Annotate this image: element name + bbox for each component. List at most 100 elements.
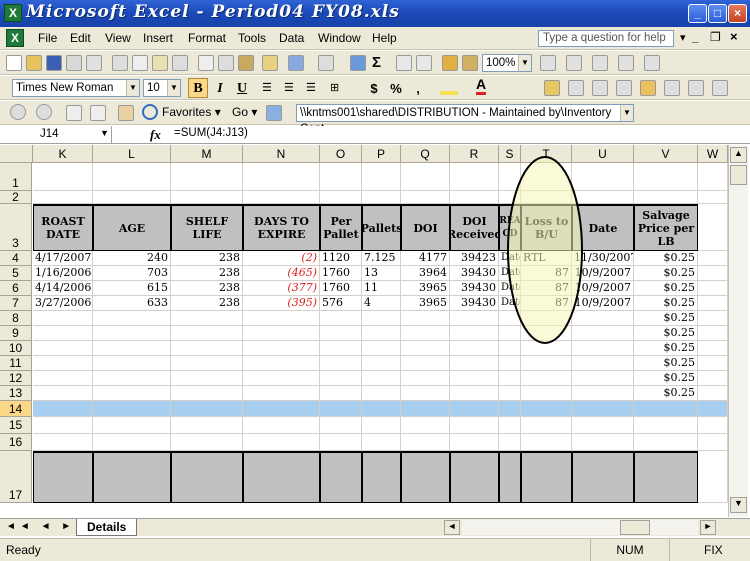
cell-M13[interactable] (171, 386, 243, 401)
cell-U11[interactable] (572, 356, 634, 371)
cell-Q11[interactable] (401, 356, 450, 371)
undo-icon[interactable] (288, 55, 304, 71)
cell-K10[interactable] (33, 341, 93, 356)
cell-O1[interactable] (320, 163, 362, 191)
cell-S9[interactable] (499, 326, 521, 341)
fill-color-icon[interactable] (440, 79, 458, 95)
value-T6[interactable]: 87 (521, 281, 572, 296)
cell-M16[interactable] (171, 434, 243, 451)
hscroll-left-button[interactable]: ◄ (444, 520, 460, 535)
cell-Q14[interactable] (401, 401, 450, 417)
insert-function-icon[interactable]: fx (150, 127, 161, 143)
cell-Q2[interactable] (401, 191, 450, 204)
cell-L13[interactable] (93, 386, 171, 401)
cell-W10[interactable] (698, 341, 728, 356)
column-header-O[interactable]: O (320, 145, 362, 163)
cell-T14[interactable] (521, 401, 572, 417)
cell-V16[interactable] (634, 434, 698, 451)
cell-V2[interactable] (634, 191, 698, 204)
toolbar-fmt-icon-2[interactable] (568, 80, 584, 96)
toolbar-extra-icon-4[interactable] (618, 55, 634, 71)
cell-R2[interactable] (450, 191, 499, 204)
cell-O11[interactable] (320, 356, 362, 371)
cell-W17[interactable] (698, 451, 728, 503)
hyperlink-icon[interactable] (350, 55, 366, 71)
toolbar-fmt-icon-1[interactable] (544, 80, 560, 96)
cell-U8[interactable] (572, 311, 634, 326)
minimize-button[interactable]: _ (688, 4, 707, 23)
value-K6[interactable]: 4/14/2006 (33, 281, 93, 296)
cell-O15[interactable] (320, 417, 362, 434)
value-V8[interactable]: $0.25 (634, 311, 698, 326)
name-box-dropdown-icon[interactable]: ▼ (100, 128, 109, 138)
permission-icon[interactable] (66, 55, 82, 71)
cell-L9[interactable] (93, 326, 171, 341)
value-Q7[interactable]: 3965 (401, 296, 450, 311)
go-menu[interactable]: Go ▾ (232, 105, 257, 119)
value-U4[interactable]: 11/30/2007 (572, 251, 634, 266)
cell-P11[interactable] (362, 356, 401, 371)
cell-M2[interactable] (171, 191, 243, 204)
cell-O16[interactable] (320, 434, 362, 451)
cell-K11[interactable] (33, 356, 93, 371)
vscroll-down-button[interactable]: ▼ (730, 497, 747, 513)
cell-T15[interactable] (521, 417, 572, 434)
cell-U15[interactable] (572, 417, 634, 434)
cell-Q16[interactable] (401, 434, 450, 451)
value-U7[interactable]: 10/9/2007 (572, 296, 634, 311)
row-header-7[interactable]: 7 (0, 296, 32, 311)
cell-S1[interactable] (499, 163, 521, 191)
cell-O14[interactable] (320, 401, 362, 417)
cell-S16[interactable] (499, 434, 521, 451)
column-header-R[interactable]: R (450, 145, 499, 163)
row-header-2[interactable]: 2 (0, 191, 32, 204)
value-V10[interactable]: $0.25 (634, 341, 698, 356)
redo-icon[interactable] (318, 55, 334, 71)
cell-R9[interactable] (450, 326, 499, 341)
cell-P14[interactable] (362, 401, 401, 417)
bold-button[interactable]: B (188, 78, 208, 98)
cell-R13[interactable] (450, 386, 499, 401)
cell-T8[interactable] (521, 311, 572, 326)
cell-P12[interactable] (362, 371, 401, 386)
row-header-13[interactable]: 13 (0, 386, 32, 401)
doc-minimize-button[interactable]: _ (692, 30, 699, 44)
value-S4[interactable]: Date (499, 251, 521, 266)
chart-wizard-icon[interactable] (442, 55, 458, 71)
row-header-14[interactable]: 14 (0, 401, 32, 417)
cell-T10[interactable] (521, 341, 572, 356)
value-L7[interactable]: 633 (93, 296, 171, 311)
value-S7[interactable]: Date (499, 296, 521, 311)
cell-S13[interactable] (499, 386, 521, 401)
cell-O13[interactable] (320, 386, 362, 401)
cell-S14[interactable] (499, 401, 521, 417)
menu-view[interactable]: View (105, 31, 131, 45)
value-M5[interactable]: 238 (171, 266, 243, 281)
cell-Q9[interactable] (401, 326, 450, 341)
toolbar-fmt-icon-5[interactable] (640, 80, 656, 96)
tab-details[interactable]: Details (76, 519, 138, 536)
cell-W14[interactable] (698, 401, 728, 417)
value-V6[interactable]: $0.25 (634, 281, 698, 296)
cell-N14[interactable] (243, 401, 320, 417)
back-icon[interactable] (10, 104, 26, 120)
cell-K16[interactable] (33, 434, 93, 451)
cell-L8[interactable] (93, 311, 171, 326)
forward-icon[interactable] (36, 104, 52, 120)
align-center-icon[interactable]: ☰ (284, 81, 294, 94)
hscroll-thumb[interactable] (620, 520, 650, 535)
menu-data[interactable]: Data (279, 31, 304, 45)
cell-L15[interactable] (93, 417, 171, 434)
toolbar-fmt-icon-7[interactable] (688, 80, 704, 96)
cell-M10[interactable] (171, 341, 243, 356)
cell-S11[interactable] (499, 356, 521, 371)
cell-T11[interactable] (521, 356, 572, 371)
value-V13[interactable]: $0.25 (634, 386, 698, 401)
value-N4[interactable]: (2) (243, 251, 320, 266)
cell-R10[interactable] (450, 341, 499, 356)
cell-U10[interactable] (572, 341, 634, 356)
toolbar-fmt-icon-8[interactable] (712, 80, 728, 96)
vscroll-thumb[interactable] (730, 165, 747, 185)
column-header-W[interactable]: W (698, 145, 728, 163)
cell-R17[interactable] (450, 451, 499, 503)
